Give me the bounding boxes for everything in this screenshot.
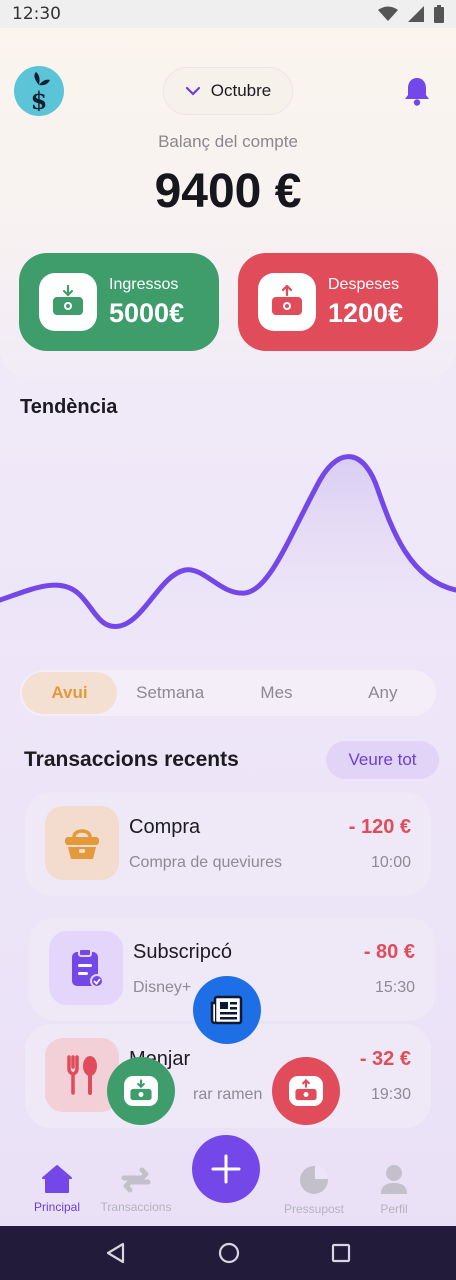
add-income-button[interactable] (107, 1057, 175, 1125)
balance-value: 9400 € (154, 165, 302, 218)
transaction-time: 10:00 (370, 854, 411, 871)
nav-item-principal[interactable]: Principal (12, 1164, 102, 1214)
transaction-amount: - 80 € (363, 941, 415, 963)
tab-today[interactable]: Avui (22, 672, 117, 714)
tab-year[interactable]: Any (330, 672, 436, 714)
chevron-down-icon (185, 86, 200, 96)
transfer-icon (121, 1167, 151, 1193)
transaction-desc: Compra de queviures (129, 854, 282, 871)
nav-label: Transaccions (100, 1200, 172, 1214)
income-label: Ingressos (109, 275, 179, 293)
expense-label: Despeses (328, 275, 400, 293)
battery-icon (434, 5, 444, 23)
month-label: Octubre (210, 81, 272, 100)
user-icon (381, 1165, 407, 1194)
month-selector[interactable]: Octubre (163, 67, 293, 115)
transaction-title: Compra (129, 816, 201, 838)
basket-icon (45, 806, 119, 880)
nav-label: Pressupost (283, 1202, 345, 1216)
nav-label: Perfil (380, 1202, 408, 1216)
wifi-icon (378, 6, 398, 21)
income-wallet-icon (124, 1076, 158, 1106)
transaction-item[interactable]: Compra Compra de queviures - 120 € 10:00 (25, 792, 431, 896)
status-icons (378, 5, 444, 23)
nav-item-pressupost[interactable]: Pressupost (269, 1164, 359, 1216)
nav-item-perfil[interactable]: Perfil (349, 1164, 439, 1216)
balance-label: Balanç del compte (158, 132, 298, 151)
transaction-desc: Disney+ (133, 979, 192, 996)
transaction-time: 15:30 (374, 979, 415, 996)
trend-area (0, 456, 456, 660)
clipboard-icon (49, 931, 123, 1005)
add-expense-button[interactable] (272, 1057, 340, 1125)
transaction-desc: rar ramen (193, 1086, 263, 1103)
nav-label: Principal (33, 1200, 81, 1214)
home-icon (42, 1165, 72, 1193)
app-logo[interactable]: $ (14, 66, 64, 116)
expense-value: 1200€ (328, 297, 404, 328)
bell-icon[interactable] (400, 74, 434, 108)
signal-icon (408, 6, 424, 22)
transaction-amount: - 32 € (359, 1048, 411, 1070)
pie-chart-icon (300, 1166, 328, 1194)
plus-icon (211, 1154, 241, 1184)
trend-title: Tendència (20, 396, 118, 418)
transaction-title: Subscripcó (133, 941, 232, 963)
tab-week[interactable]: Setmana (117, 672, 223, 714)
income-card[interactable]: Ingressos 5000€ (19, 253, 219, 351)
expense-icon (258, 273, 316, 331)
newspaper-icon (210, 995, 243, 1025)
add-button[interactable] (192, 1135, 260, 1203)
trend-chart (0, 454, 456, 660)
transaction-amount: - 120 € (348, 816, 411, 838)
news-button[interactable] (193, 976, 261, 1044)
expense-card[interactable]: Despeses 1200€ (238, 253, 438, 351)
nav-item-transaccions[interactable]: Transaccions (91, 1164, 181, 1214)
income-value: 5000€ (109, 297, 185, 328)
recents-icon[interactable] (331, 1243, 351, 1263)
status-time: 12:30 (12, 4, 61, 24)
back-icon[interactable] (105, 1242, 127, 1264)
home-circle-icon[interactable] (218, 1242, 240, 1264)
system-nav-bar (0, 1226, 456, 1280)
transaction-time: 19:30 (370, 1086, 411, 1103)
see-all-button[interactable]: Veure tot (326, 741, 439, 779)
dollar-sprout-icon: $ (31, 72, 50, 111)
income-icon (39, 273, 97, 331)
svg-text:$: $ (31, 86, 48, 111)
recent-title: Transaccions recents (24, 748, 239, 771)
status-bar: 12:30 (0, 0, 456, 28)
period-tabs: Avui Setmana Mes Any (20, 670, 436, 716)
expense-wallet-icon (289, 1076, 323, 1106)
tab-month[interactable]: Mes (223, 672, 329, 714)
